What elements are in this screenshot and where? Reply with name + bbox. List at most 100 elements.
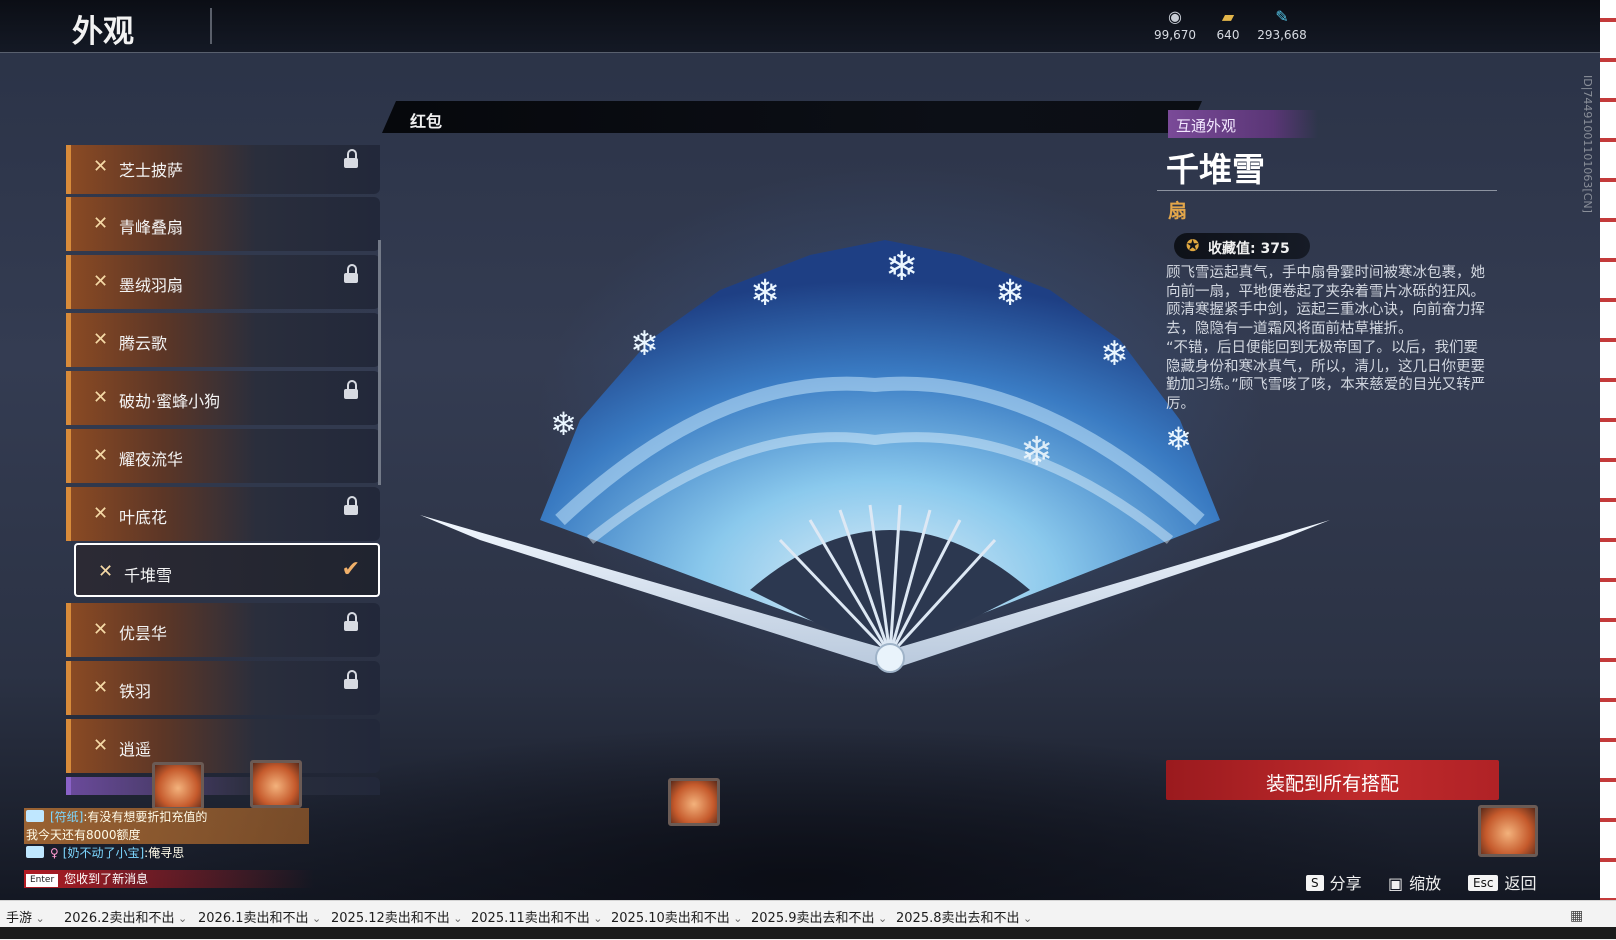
fan-icon: ✕ (93, 677, 109, 698)
bookmark-folder[interactable]: 2026.1卖出和不出 (198, 907, 321, 926)
divider (1157, 190, 1497, 191)
enter-key: Enter (26, 874, 59, 887)
new-message-notice[interactable]: Enter 您收到了新消息 (24, 870, 314, 888)
svg-text:❄: ❄ (1020, 429, 1054, 475)
bookmark-folder[interactable]: 2025.11卖出和不出 (471, 907, 602, 926)
svg-text:❄: ❄ (995, 273, 1025, 314)
fan-icon: ✕ (93, 387, 109, 408)
collect-value-badge: ✪ 收藏值: 375 (1174, 233, 1310, 259)
lock-icon (344, 670, 358, 689)
lock-icon (344, 380, 358, 399)
list-scrollbar[interactable] (378, 240, 381, 485)
bookmark-folder[interactable]: 手游 (6, 907, 45, 926)
chat-box: [符纸]:有没有想要折扣充值的 我今天还有8000额度 ♀ [奶不动了小宝]:俺寻… (24, 808, 309, 862)
zoom-label: 缩放 (1409, 874, 1442, 893)
bookmark-folder[interactable]: 2025.10卖出和不出 (611, 907, 742, 926)
bookmark-folder[interactable]: 2025.9卖出去和不出 (751, 907, 887, 926)
collect-label: 收藏值: 375 (1208, 241, 1290, 257)
lantern-decoration (152, 762, 204, 810)
fan-icon: ✕ (93, 445, 109, 466)
fan-icon: ✕ (93, 213, 109, 234)
fan-icon: ✕ (93, 503, 109, 524)
fan-icon: ✕ (93, 329, 109, 350)
item-name: 破劫·蜜蜂小狗 (119, 392, 221, 411)
fan-icon: ✕ (93, 271, 109, 292)
item-name: 墨绒羽扇 (119, 276, 184, 295)
lantern-decoration (1478, 805, 1538, 857)
svg-text:❄: ❄ (550, 405, 577, 443)
background-window-edge (1600, 0, 1616, 900)
equip-all-button[interactable]: 装配到所有搭配 (1166, 760, 1499, 800)
fan-icon: ✕ (93, 156, 109, 177)
share-label: 分享 (1329, 874, 1362, 893)
back-hint[interactable]: Esc 返回 (1468, 870, 1536, 894)
back-label: 返回 (1504, 874, 1537, 893)
notice-text: 您收到了新消息 (64, 872, 149, 886)
key-esc: Esc (1468, 875, 1499, 891)
currency-value: 99,670 (1154, 28, 1196, 42)
svg-text:❄: ❄ (750, 273, 780, 314)
item-name: 铁羽 (119, 682, 152, 701)
feather-icon: ✎ (1275, 7, 1289, 26)
fan-icon: ✕ (93, 619, 109, 640)
top-bar (0, 0, 1600, 53)
currency-value: 640 (1216, 28, 1240, 42)
bookmark-folder[interactable]: 2025.8卖出去和不出 (896, 907, 1032, 926)
appearance-list[interactable]: ✕ 芝士披萨 ✕ 青峰叠扇 ✕ 墨绒羽扇 ✕ 腾云歌 ✕ 破劫·蜜蜂小狗 ✕ 耀… (66, 145, 382, 795)
mouse-icon: ▣ (1388, 874, 1404, 893)
svg-text:❄: ❄ (885, 244, 919, 290)
list-item[interactable]: ✕ 铁羽 (66, 661, 380, 715)
item-name: 逍遥 (119, 740, 152, 759)
list-item[interactable]: ✕ 优昙华 (66, 603, 380, 657)
bookmark-folder[interactable]: 2026.2卖出和不出 (64, 907, 187, 926)
list-item[interactable]: ✕ 破劫·蜜蜂小狗 (66, 371, 380, 425)
list-item[interactable]: ✕ 芝士披萨 (66, 145, 380, 194)
fan-icon: ✕ (93, 735, 109, 756)
currency-feather: ✎ 293,668 (1250, 7, 1314, 43)
item-description: 顾飞雪运起真气，手中扇骨霎时间被寒冰包裹，她向前一扇，平地便卷起了夹杂着雪片冰砾… (1166, 264, 1492, 414)
lock-icon (344, 612, 358, 631)
fan-icon: ✕ (98, 561, 114, 582)
channel-badge-icon (26, 810, 44, 822)
item-name: 优昙华 (119, 624, 168, 643)
list-item[interactable]: ✕ 腾云歌 (66, 313, 380, 367)
bookmark-folder[interactable]: 2025.12卖出和不出 (331, 907, 462, 926)
category-header (382, 101, 1202, 133)
player-id: ID|74491001101063[CN] (1581, 75, 1594, 213)
female-icon: ♀ (50, 846, 59, 860)
lock-icon (344, 264, 358, 283)
list-item-selected[interactable]: ✕ 千堆雪 ✔ (74, 543, 380, 597)
svg-text:❄: ❄ (630, 324, 659, 364)
item-type: 扇 (1168, 200, 1188, 222)
chat-message: [符纸]:有没有想要折扣充值的 (24, 808, 309, 826)
equip-button-label: 装配到所有搭配 (1265, 773, 1399, 795)
page-title: 外观 (72, 14, 134, 50)
divider (210, 8, 212, 44)
grid-icon[interactable]: ▦ (1570, 908, 1583, 924)
chat-nick[interactable]: [符纸] (50, 810, 83, 824)
lock-icon (344, 496, 358, 515)
list-item[interactable] (66, 777, 380, 795)
list-item[interactable]: ✕ 逍遥 (66, 719, 380, 773)
list-item[interactable]: ✕ 耀夜流华 (66, 429, 380, 483)
chat-nick[interactable]: [奶不动了小宝] (63, 846, 144, 860)
list-item[interactable]: ✕ 墨绒羽扇 (66, 255, 380, 309)
item-name: 耀夜流华 (119, 450, 184, 469)
category-label: 红包 (410, 112, 443, 131)
item-name: 腾云歌 (119, 334, 168, 353)
system-taskbar (0, 927, 1616, 939)
svg-text:❄: ❄ (1165, 420, 1192, 458)
list-item[interactable]: ✕ 青峰叠扇 (66, 197, 380, 251)
currency-value: 293,668 (1257, 28, 1307, 42)
tag-label: 互通外观 (1176, 117, 1237, 135)
checkmark-icon: ✔ (341, 557, 360, 582)
chat-text: 我今天还有8000额度 (26, 828, 141, 842)
item-name: 芝士披萨 (119, 161, 184, 180)
chat-message: ♀ [奶不动了小宝]:俺寻思 (24, 844, 309, 862)
zoom-hint[interactable]: ▣ 缩放 (1388, 870, 1441, 894)
list-item[interactable]: ✕ 叶底花 (66, 487, 380, 541)
chat-text: :有没有想要折扣充值的 (83, 810, 208, 824)
share-hint[interactable]: S 分享 (1306, 870, 1362, 894)
item-title: 千堆雪 (1166, 150, 1265, 189)
collection-icon: ✪ (1186, 236, 1200, 255)
